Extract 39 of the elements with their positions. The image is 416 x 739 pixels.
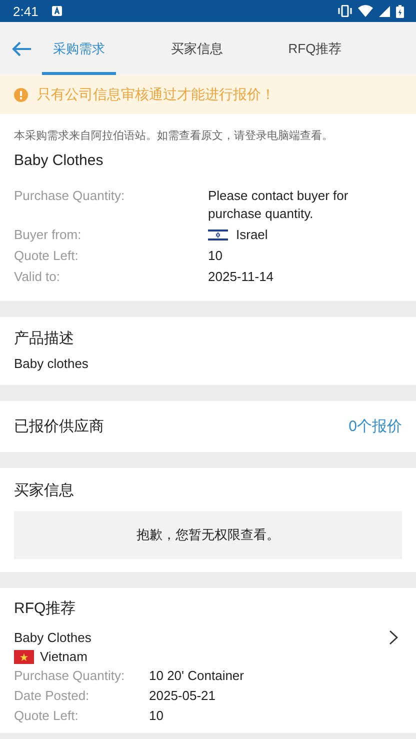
section-title: 已报价供应商 [14, 417, 104, 436]
field-label: Quote Left: [14, 247, 80, 265]
vibrate-icon [338, 5, 352, 17]
field-label: Valid to: [14, 268, 62, 286]
rfq-country: Vietnam [40, 649, 88, 664]
field-value: 10 [149, 707, 164, 725]
field-label: Purchase Quantity: [14, 667, 126, 685]
rfq-title: Baby Clothes [14, 630, 92, 645]
field-label: Quote Left: [14, 707, 80, 725]
flag-icon [14, 650, 34, 664]
notification-icon [52, 6, 62, 16]
warning-text: 只有公司信息审核通过才能进行报价！ [37, 86, 275, 104]
product-title: Baby Clothes [14, 152, 104, 169]
field-value: 2025-05-21 [149, 687, 216, 705]
status-time: 2:41 [13, 4, 38, 18]
alert-icon [14, 88, 28, 102]
field-label: Buyer from: [14, 226, 82, 244]
back-arrow-icon[interactable] [12, 40, 32, 56]
section-title: RFQ推荐 [14, 599, 77, 618]
tab[interactable]: 买家信息 [138, 22, 256, 75]
description-text: Baby clothes [14, 356, 90, 371]
permission-message: 抱歉，您暂无权限查看。 [14, 511, 402, 559]
section-title: 买家信息 [14, 481, 75, 500]
field-label: Date Posted: [14, 687, 90, 705]
flag-icon [208, 228, 228, 242]
field-value: Israel [236, 226, 268, 244]
wifi-icon [358, 5, 373, 17]
signal-icon [379, 6, 390, 16]
quotes-link[interactable]: 0个报价 [348, 417, 402, 436]
field-value: Please contact buyer for purchase quantity. [208, 187, 350, 223]
source-notice: 本采购需求来自阿拉伯语站。如需查看原文，请登录电脑端查看。 [14, 128, 334, 143]
section-title: 产品描述 [14, 329, 75, 348]
tab[interactable]: RFQ推荐 [256, 22, 374, 75]
field-label: Purchase Quantity: [14, 187, 126, 205]
field-value: 10 20' Container [149, 667, 244, 685]
field-value: 10 [208, 247, 222, 265]
battery-icon [396, 4, 404, 18]
chevron-right-icon[interactable] [389, 630, 398, 645]
field-value: 2025-11-14 [208, 268, 274, 286]
